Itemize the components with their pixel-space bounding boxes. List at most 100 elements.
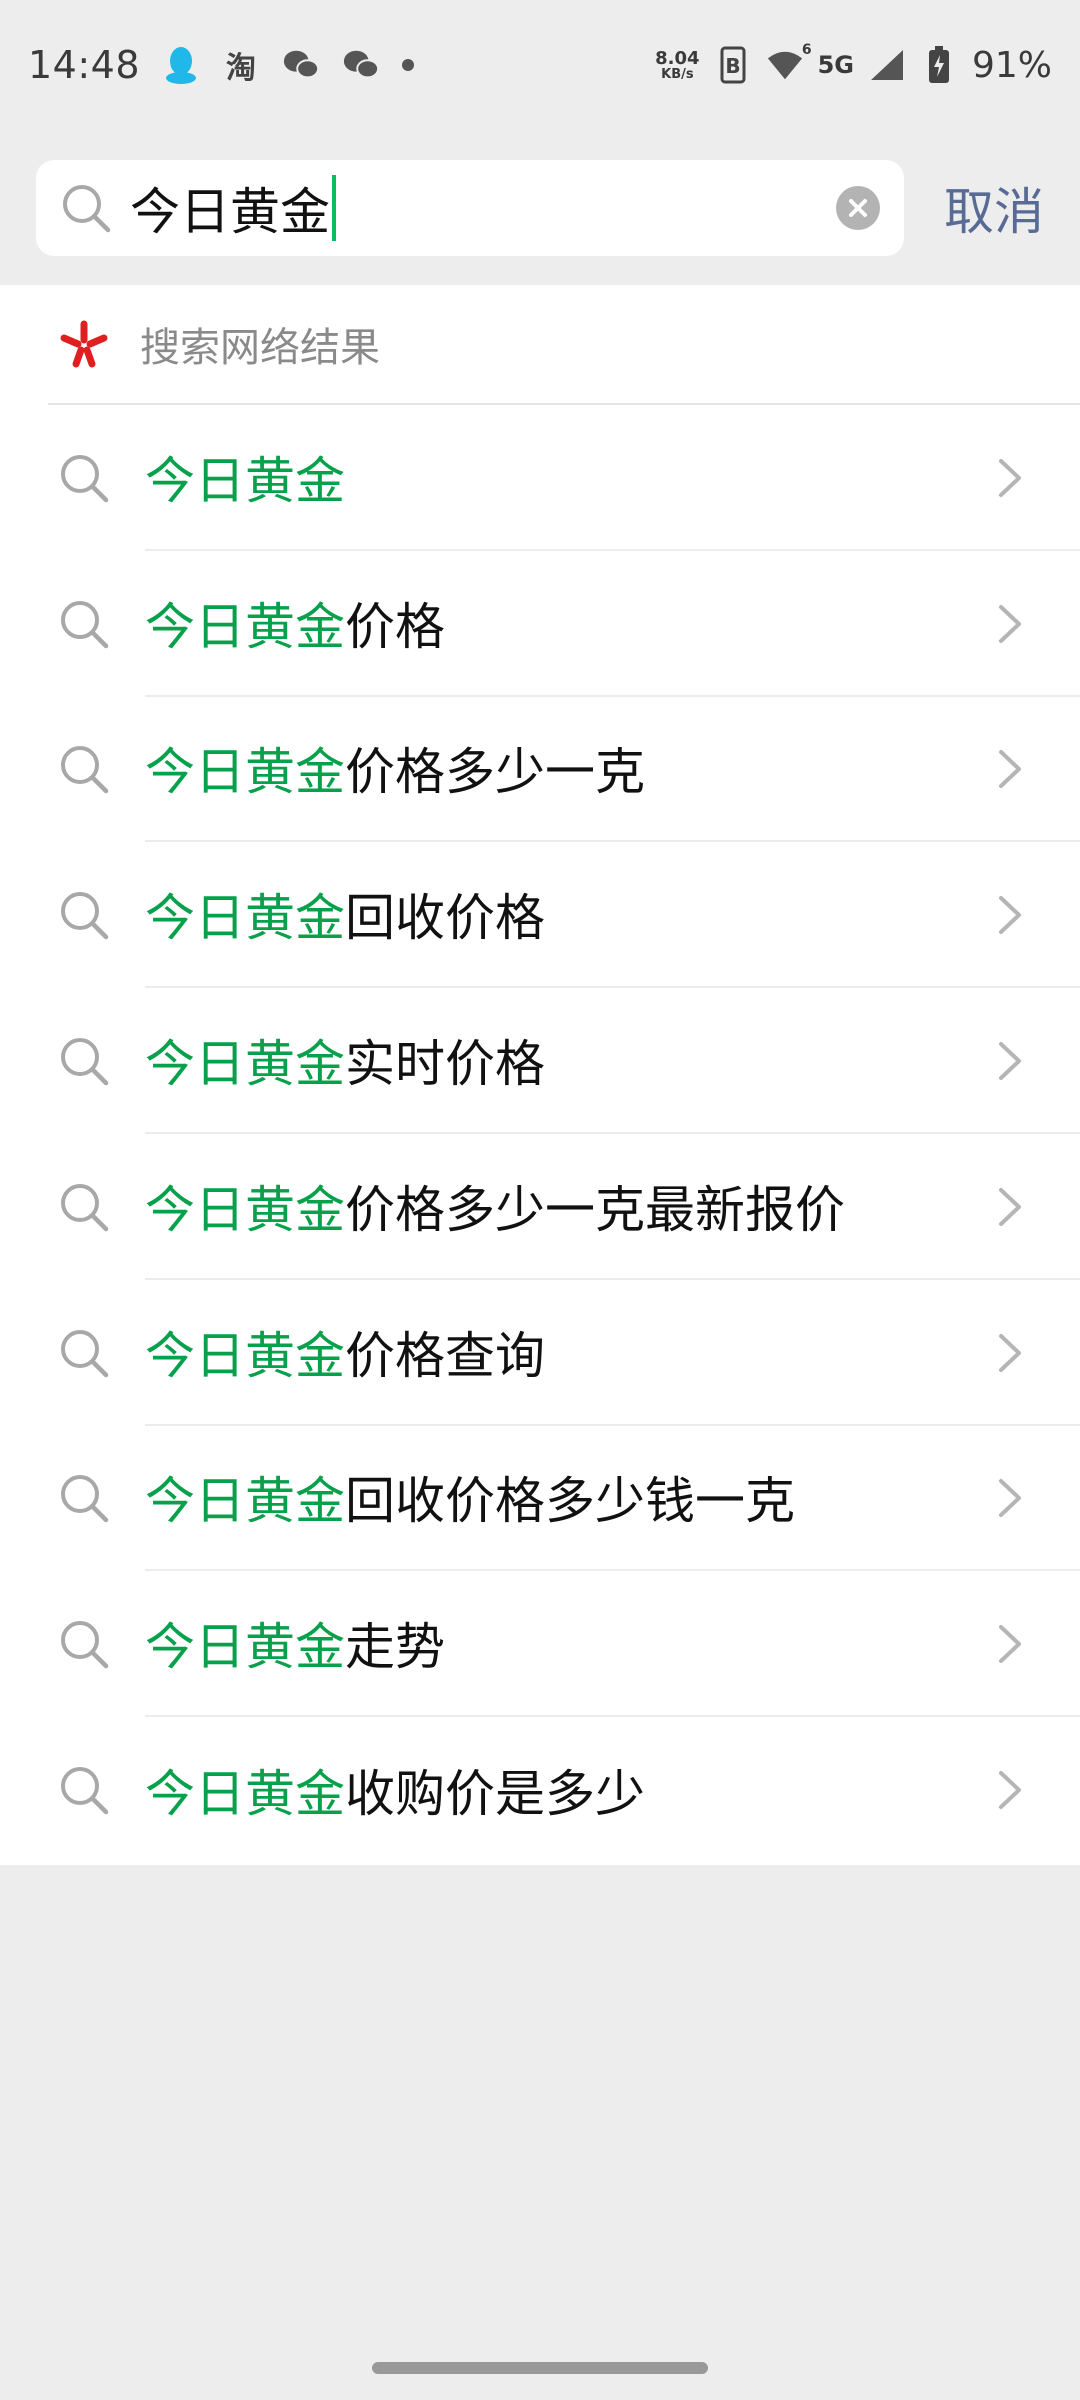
search-icon — [61, 892, 109, 940]
text-caret — [332, 174, 336, 241]
search-icon — [61, 1767, 109, 1815]
suggestion-rest: 价格多少一克最新报价 — [345, 1180, 845, 1239]
suggestion-highlight: 今日黄金 — [145, 597, 345, 656]
search-icon — [61, 1038, 109, 1086]
net-speed: 8.04 KB/s — [655, 47, 700, 82]
chevron-right-icon — [999, 896, 1021, 935]
cancel-button[interactable]: 取消 — [944, 172, 1044, 244]
suggestion-list: 今日黄金 今日黄金价格 今日黄金价格多少一克 今日黄金回收价格 今日黄金实时价格… — [0, 405, 1080, 1863]
chevron-right-icon — [999, 458, 1021, 497]
search-icon — [61, 1621, 109, 1669]
suggestion-text-wrap: 今日黄金价格多少一克 — [145, 697, 1080, 843]
suggestion-text-wrap: 今日黄金价格 — [145, 551, 1080, 697]
suggestion-rest: 价格 — [345, 597, 445, 656]
search-suggestions-panel: 搜索网络结果 今日黄金 今日黄金价格 今日黄金价格多少一克 今日黄金回收价格 今… — [0, 285, 1080, 1865]
suggestion-text-wrap: 今日黄金价格查询 — [145, 1280, 1080, 1426]
suggestion-highlight: 今日黄金 — [145, 889, 345, 948]
suggestion-text-wrap: 今日黄金 — [145, 405, 1080, 551]
qq-icon — [162, 46, 200, 84]
search-icon — [63, 184, 111, 232]
search-icon — [61, 1475, 109, 1523]
suggestion-text: 今日黄金实时价格 — [145, 1024, 545, 1096]
clear-button[interactable] — [836, 185, 880, 230]
suggestion-text-wrap: 今日黄金回收价格多少钱一克 — [145, 1426, 1080, 1572]
suggestion-text-wrap: 今日黄金回收价格 — [145, 842, 1080, 989]
suggestion-rest: 回收价格多少钱一克 — [345, 1472, 795, 1531]
chevron-right-icon — [999, 1333, 1021, 1372]
suggestion-text: 今日黄金价格查询 — [145, 1316, 545, 1388]
suggestion-highlight: 今日黄金 — [145, 743, 345, 802]
search-icon — [61, 1329, 109, 1377]
chevron-right-icon — [999, 1187, 1021, 1226]
suggestion-text: 今日黄金回收价格多少钱一克 — [145, 1461, 795, 1533]
search-row: 今日黄金 取消 — [0, 130, 1080, 285]
suggestion-text: 今日黄金价格多少一克 — [145, 732, 645, 804]
suggestion-item[interactable]: 今日黄金价格查询 — [0, 1280, 1080, 1426]
chevron-right-icon — [999, 1771, 1021, 1810]
wifi-superscript: 6 — [801, 42, 812, 58]
suggestion-rest: 实时价格 — [345, 1035, 545, 1094]
chevron-right-icon — [999, 1625, 1021, 1664]
web-results-header[interactable]: 搜索网络结果 — [48, 285, 1080, 405]
chevron-right-icon — [999, 604, 1021, 643]
cell-signal-icon — [868, 46, 906, 84]
close-icon — [849, 198, 867, 217]
suggestion-text: 今日黄金回收价格 — [145, 878, 545, 950]
suggestion-rest: 价格查询 — [345, 1326, 545, 1385]
suggestion-item[interactable]: 今日黄金回收价格 — [0, 842, 1080, 989]
suggestion-rest: 价格多少一克 — [345, 743, 645, 802]
search-input[interactable]: 今日黄金 — [130, 172, 836, 244]
network-type: 5G — [817, 51, 854, 79]
suggestion-text-wrap: 今日黄金价格多少一克最新报价 — [145, 1134, 1080, 1280]
status-bar-left: 14:48 淘 — [28, 43, 415, 87]
suggestion-text: 今日黄金走势 — [145, 1607, 445, 1679]
status-bar-right: 8.04 KB/s B 6 5G 91% — [655, 42, 1052, 86]
suggestion-item[interactable]: 今日黄金实时价格 — [0, 988, 1080, 1134]
suggestion-item[interactable]: 今日黄金收购价是多少 — [0, 1717, 1080, 1863]
suggestion-rest: 回收价格 — [345, 889, 545, 948]
suggestion-highlight: 今日黄金 — [145, 1765, 345, 1824]
chevron-right-icon — [999, 1042, 1021, 1081]
suggestion-item[interactable]: 今日黄金价格 — [0, 551, 1080, 697]
battery-icon — [920, 46, 958, 84]
suggestion-highlight: 今日黄金 — [145, 1618, 345, 1677]
battery-percent: 91% — [971, 44, 1052, 86]
chevron-right-icon — [999, 1479, 1021, 1518]
suggestion-item[interactable]: 今日黄金走势 — [0, 1571, 1080, 1718]
suggestion-text: 今日黄金收购价是多少 — [145, 1754, 645, 1826]
wechat-icon — [282, 46, 320, 84]
suggestion-item[interactable]: 今日黄金价格多少一克最新报价 — [0, 1134, 1080, 1280]
search-icon — [61, 454, 109, 503]
suggestion-highlight: 今日黄金 — [145, 1326, 345, 1385]
suggestion-text: 今日黄金 — [145, 441, 345, 513]
suggestion-highlight: 今日黄金 — [145, 451, 345, 510]
search-icon — [61, 600, 109, 648]
status-time: 14:48 — [28, 43, 141, 87]
search-icon — [61, 746, 109, 794]
data-b-icon: B — [714, 46, 752, 84]
status-bar: 14:48 淘 8.04 KB/s B 6 5G 91% — [0, 0, 1080, 130]
search-box[interactable]: 今日黄金 — [36, 159, 904, 256]
suggestion-rest: 走势 — [345, 1618, 445, 1677]
wechat-search-logo-icon — [60, 320, 108, 368]
taobao-icon: 淘 — [226, 51, 257, 86]
suggestion-rest: 收购价是多少 — [345, 1765, 645, 1824]
suggestion-text-wrap: 今日黄金走势 — [145, 1571, 1080, 1718]
home-indicator[interactable] — [372, 2362, 708, 2374]
suggestion-highlight: 今日黄金 — [145, 1035, 345, 1094]
suggestion-item[interactable]: 今日黄金 — [0, 405, 1080, 551]
suggestion-item[interactable]: 今日黄金回收价格多少钱一克 — [0, 1426, 1080, 1572]
suggestion-text: 今日黄金价格多少一克最新报价 — [145, 1170, 845, 1242]
suggestion-highlight: 今日黄金 — [145, 1472, 345, 1531]
search-icon — [61, 1183, 109, 1232]
suggestion-item[interactable]: 今日黄金价格多少一克 — [0, 697, 1080, 843]
notification-dot — [402, 59, 415, 71]
suggestion-text-wrap: 今日黄金收购价是多少 — [145, 1717, 1080, 1863]
suggestion-text: 今日黄金价格 — [145, 587, 445, 659]
suggestion-text-wrap: 今日黄金实时价格 — [145, 988, 1080, 1134]
wechat-icon — [342, 46, 380, 84]
search-input-text: 今日黄金 — [130, 182, 330, 241]
chevron-right-icon — [999, 750, 1021, 789]
svg-text:B: B — [725, 54, 740, 78]
wifi-icon: 6 — [766, 42, 812, 84]
